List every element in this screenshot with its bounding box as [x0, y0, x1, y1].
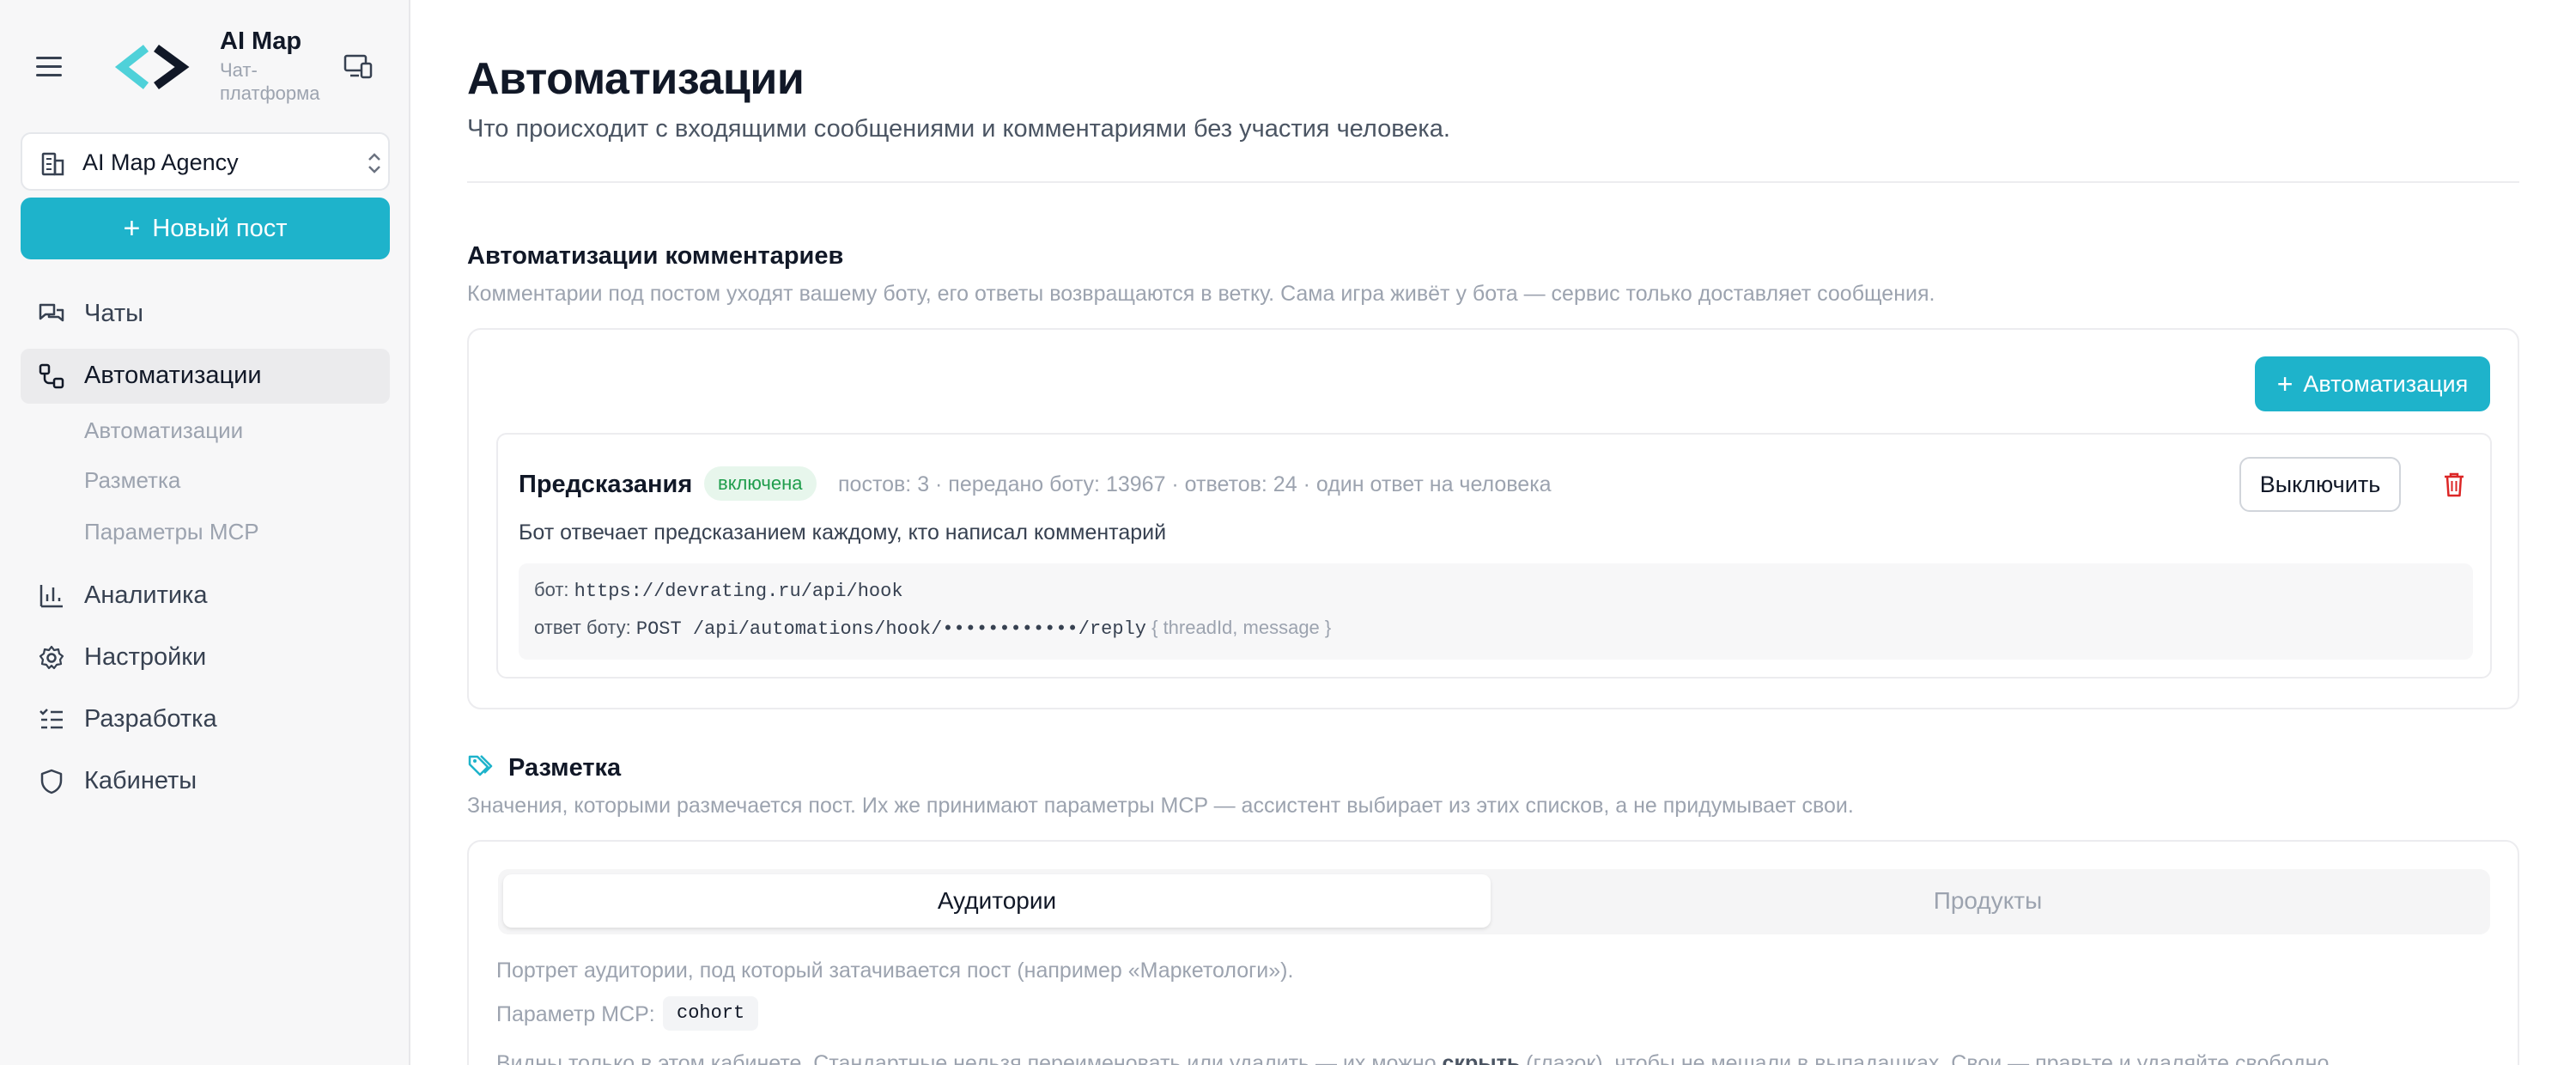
sidebar-item-label: Кабинеты: [84, 767, 197, 794]
mcp-param-value: cohort: [663, 996, 759, 1031]
sidebar: AI Map Чат-платформа AI Map Agency + Нов…: [0, 0, 410, 1065]
new-post-button[interactable]: + Новый пост: [21, 198, 390, 259]
status-badge: включена: [704, 466, 817, 501]
add-automation-label: Автоматизация: [2303, 370, 2469, 397]
workspace-name: AI Map Agency: [82, 149, 239, 175]
add-automation-button[interactable]: + Автоматизация: [2255, 356, 2490, 411]
reply-endpoint: ответ боту: POST /api/automations/hook/•…: [534, 617, 1331, 640]
bot-endpoint: бот: https://devrating.ru/api/hook: [534, 579, 903, 602]
chat-icon: [39, 303, 64, 322]
tags-icon: [468, 755, 493, 776]
sidebar-item-label: Чаты: [84, 300, 143, 327]
reply-label: ответ боту:: [534, 617, 631, 638]
automation-card: Предсказания включена постов: 3 · переда…: [496, 433, 2492, 679]
new-post-label: Новый пост: [152, 214, 288, 242]
gear-icon: [39, 645, 64, 670]
bar-chart-icon: [39, 585, 63, 608]
sidebar-item-analytics[interactable]: Аналитика: [21, 569, 390, 624]
markup-section-description: Значения, которыми размечается пост. Их …: [467, 794, 1854, 818]
page-title: Автоматизации: [467, 54, 805, 104]
menu-icon[interactable]: [36, 53, 67, 79]
endpoint-box: бот: https://devrating.ru/api/hook ответ…: [519, 563, 2473, 660]
markup-section-title: Разметка: [508, 754, 622, 782]
sidebar-item-settings[interactable]: Настройки: [21, 630, 390, 685]
automation-name: Предсказания: [519, 471, 693, 498]
brand-subtitle: Чат-платформа: [220, 59, 320, 104]
main-content: Автоматизации Что происходит с входящими…: [412, 0, 2576, 1065]
note-bold: скрыть: [1442, 1051, 1521, 1065]
subnav-markup[interactable]: Разметка: [84, 467, 180, 494]
shield-icon: [40, 769, 63, 794]
bot-label: бот:: [534, 579, 569, 600]
sidebar-item-label: Настройки: [84, 643, 207, 671]
workflow-icon: [39, 363, 64, 389]
disable-button[interactable]: Выключить: [2239, 457, 2401, 512]
reply-hint: { threadId, message }: [1151, 617, 1332, 638]
visibility-note: Видны только в этом кабинете. Стандартны…: [496, 1051, 2335, 1065]
chevron-updown-icon: [368, 153, 380, 173]
plus-icon: +: [2276, 368, 2293, 399]
trash-icon[interactable]: [2442, 471, 2466, 498]
sidebar-item-label: Автоматизации: [84, 362, 262, 389]
sidebar-item-automations[interactable]: Автоматизации: [21, 349, 390, 404]
building-icon: [41, 152, 64, 176]
workspace-select[interactable]: AI Map Agency: [21, 132, 390, 191]
sidebar-item-development[interactable]: Разработка: [21, 692, 390, 747]
devices-icon[interactable]: [343, 53, 373, 79]
tab-products[interactable]: Продукты: [1494, 874, 2482, 928]
sidebar-item-label: Аналитика: [84, 581, 208, 609]
logo-icon: [114, 44, 190, 90]
page-subtitle: Что происходит с входящими сообщениями и…: [467, 115, 1450, 143]
bot-url: https://devrating.ru/api/hook: [574, 581, 903, 602]
automation-stats: постов: 3 · передано боту: 13967 · ответ…: [838, 472, 1552, 496]
subnav-automations[interactable]: Автоматизации: [84, 417, 243, 444]
reply-url: POST /api/automations/hook/••••••••••••/…: [635, 618, 1146, 640]
tab-audiences[interactable]: Аудитории: [503, 874, 1491, 928]
note-end: (глазок), чтобы не мешали в выпадашках. …: [1520, 1051, 2336, 1065]
mcp-param-label: Параметр MCP:: [496, 1002, 655, 1026]
sidebar-header: AI Map Чат-платформа: [0, 0, 410, 129]
subnav-mcp-params[interactable]: Параметры MCP: [84, 519, 259, 545]
sidebar-item-cabinets[interactable]: Кабинеты: [21, 754, 390, 809]
code-list-icon: [39, 709, 63, 729]
markup-tabs: Аудитории Продукты: [498, 869, 2490, 934]
divider: [467, 181, 2519, 183]
tab-description: Портрет аудитории, под который затачивае…: [496, 958, 1294, 983]
brand-name: AI Map: [220, 27, 302, 55]
sidebar-item-label: Разработка: [84, 705, 217, 733]
sidebar-item-chats[interactable]: Чаты: [21, 287, 390, 342]
plus-icon: +: [123, 212, 141, 245]
automation-description: Бот отвечает предсказанием каждому, кто …: [519, 520, 1167, 545]
note-start: Видны только в этом кабинете. Стандартны…: [496, 1051, 1443, 1065]
comments-section-description: Комментарии под постом уходят вашему бот…: [467, 282, 1935, 306]
comments-section-title: Автоматизации комментариев: [467, 242, 844, 270]
